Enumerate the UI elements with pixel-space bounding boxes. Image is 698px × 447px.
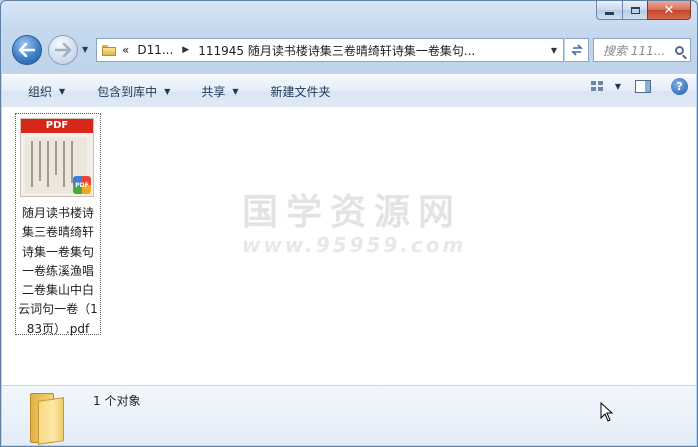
breadcrumb-overflow[interactable]: « bbox=[122, 43, 129, 57]
help-icon[interactable]: ? bbox=[671, 78, 688, 95]
file-item-pdf[interactable]: PDF PDF 随月读书楼诗集三卷晴绮轩诗集一卷集句一卷练溪渔唱二卷集山中白云词… bbox=[15, 113, 101, 336]
minimize-icon bbox=[605, 11, 614, 15]
file-list[interactable]: 国学资源网 www.95959.com PDF PDF 随月读书楼诗集三卷晴绮轩… bbox=[2, 107, 696, 385]
watermark: 国学资源网 www.95959.com bbox=[242, 192, 467, 258]
forward-arrow-icon bbox=[55, 43, 71, 57]
pdf-thumbnail: PDF PDF bbox=[20, 118, 94, 197]
file-name[interactable]: 随月读书楼诗集三卷晴绮轩诗集一卷集句一卷练溪渔唱二卷集山中白云词句一卷（183页… bbox=[18, 204, 98, 339]
chevron-down-icon: ▼ bbox=[232, 86, 239, 96]
mouse-cursor-icon bbox=[600, 402, 614, 422]
chevron-down-icon: ▼ bbox=[164, 86, 171, 96]
preview-pane-icon[interactable] bbox=[635, 80, 651, 93]
pdf-icon: PDF bbox=[73, 176, 91, 194]
navigation-row: ▼ « D11... ▶ 111945 随月读书楼诗集三卷晴绮轩诗集一卷集句..… bbox=[10, 34, 691, 66]
minimize-button[interactable] bbox=[596, 1, 622, 20]
item-count: 1 个对象 bbox=[93, 394, 141, 408]
include-in-library-label: 包含到库中 bbox=[97, 84, 158, 99]
explorer-window: ✕ ▼ « D11... ▶ 111945 随月读书楼诗集三卷晴绮轩诗集一卷集句… bbox=[0, 0, 698, 447]
view-options-icon[interactable] bbox=[590, 80, 605, 93]
refresh-button[interactable] bbox=[565, 38, 589, 62]
refresh-icon bbox=[570, 44, 583, 56]
include-in-library-button[interactable]: 包含到库中 ▼ bbox=[87, 78, 180, 104]
folder-icon bbox=[30, 391, 70, 445]
maximize-button[interactable] bbox=[622, 1, 647, 20]
pdf-thumbnail-label: PDF bbox=[21, 119, 93, 133]
search-placeholder: 搜索 111... bbox=[603, 43, 666, 58]
new-folder-button[interactable]: 新建文件夹 bbox=[261, 78, 341, 104]
search-icon[interactable] bbox=[675, 45, 684, 55]
breadcrumb-separator-icon[interactable]: ▶ bbox=[182, 45, 189, 55]
close-button[interactable]: ✕ bbox=[647, 1, 691, 20]
organize-button[interactable]: 组织 ▼ bbox=[18, 78, 75, 104]
maximize-icon bbox=[630, 6, 640, 14]
watermark-url: www.95959.com bbox=[242, 233, 467, 257]
view-dropdown-icon[interactable]: ▼ bbox=[615, 82, 621, 91]
back-arrow-icon bbox=[19, 43, 35, 57]
chevron-down-icon: ▼ bbox=[59, 86, 66, 96]
organize-label: 组织 bbox=[28, 84, 53, 99]
caption-buttons: ✕ bbox=[596, 1, 691, 20]
new-folder-label: 新建文件夹 bbox=[270, 84, 331, 99]
watermark-title: 国学资源网 bbox=[242, 192, 463, 233]
address-bar[interactable]: « D11... ▶ 111945 随月读书楼诗集三卷晴绮轩诗集一卷集句... … bbox=[96, 38, 564, 62]
share-button[interactable]: 共享 ▼ bbox=[191, 78, 248, 104]
search-input[interactable]: 搜索 111... bbox=[593, 38, 691, 62]
breadcrumb-drive[interactable]: D11... bbox=[137, 43, 173, 57]
share-label: 共享 bbox=[201, 84, 226, 99]
recent-pages-dropdown[interactable]: ▼ bbox=[82, 45, 88, 54]
address-dropdown-icon[interactable]: ▼ bbox=[545, 46, 563, 55]
toolbar-right: ▼ ? bbox=[590, 78, 688, 95]
forward-button[interactable] bbox=[48, 35, 78, 65]
folder-icon bbox=[102, 44, 116, 56]
back-button[interactable] bbox=[12, 35, 42, 65]
command-bar: 组织 ▼ 包含到库中 ▼ 共享 ▼ 新建文件夹 ▼ ? bbox=[2, 74, 696, 108]
details-pane: 1 个对象 bbox=[2, 385, 696, 445]
breadcrumb-current-folder[interactable]: 111945 随月读书楼诗集三卷晴绮轩诗集一卷集句... bbox=[198, 42, 475, 59]
